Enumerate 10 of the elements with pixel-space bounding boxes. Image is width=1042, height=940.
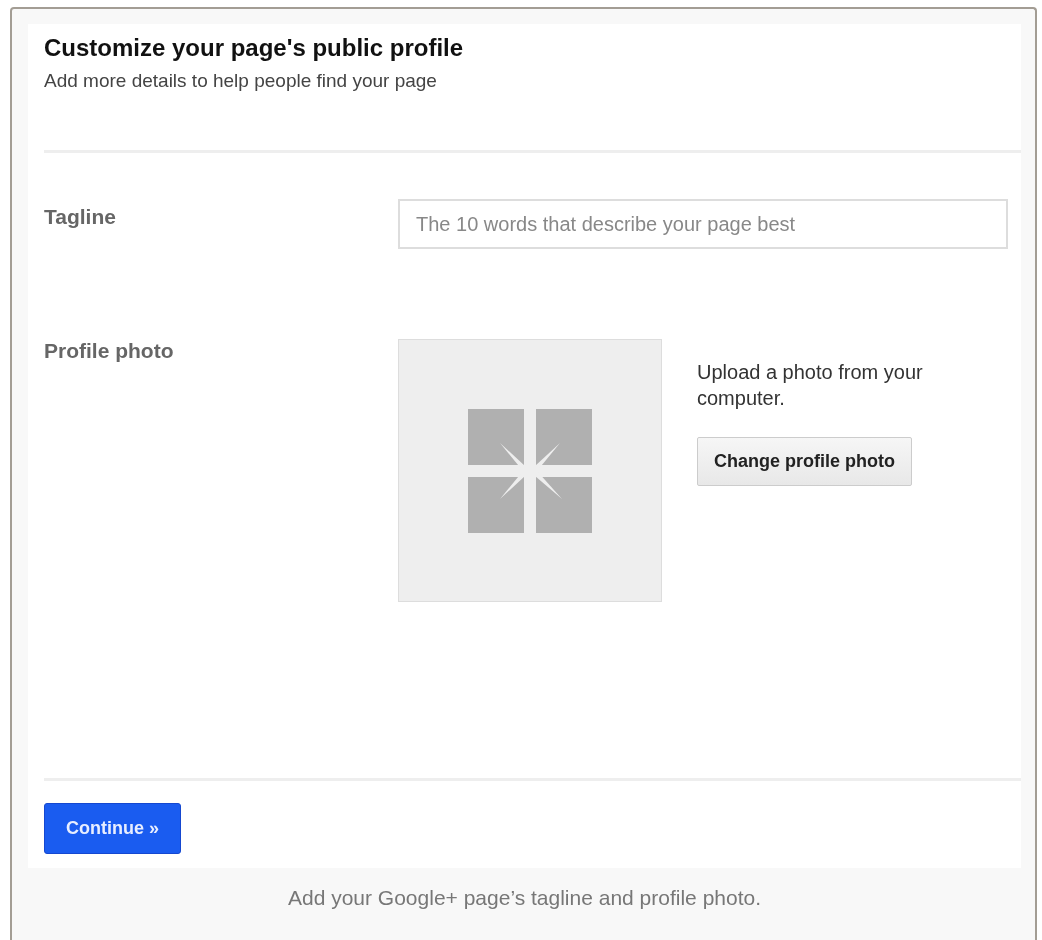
field-label: Profile photo	[44, 339, 175, 364]
change-photo-button[interactable]: Change profile photo	[697, 437, 912, 486]
field-label: Tagline	[44, 205, 117, 230]
tagline-field[interactable]: The 10 words that describe your page best	[398, 199, 1008, 249]
caption: Add your Google+ page’s tagline and profile photo.	[286, 886, 762, 910]
page-title: Customize your page's public profile	[44, 34, 465, 62]
continue-button[interactable]: Continue »	[44, 803, 181, 854]
image-placeholder-icon	[468, 408, 592, 533]
page-subtitle: Add more details to help people find your page	[44, 70, 438, 92]
upload-hint: Upload a photo from your computer.	[697, 360, 924, 411]
